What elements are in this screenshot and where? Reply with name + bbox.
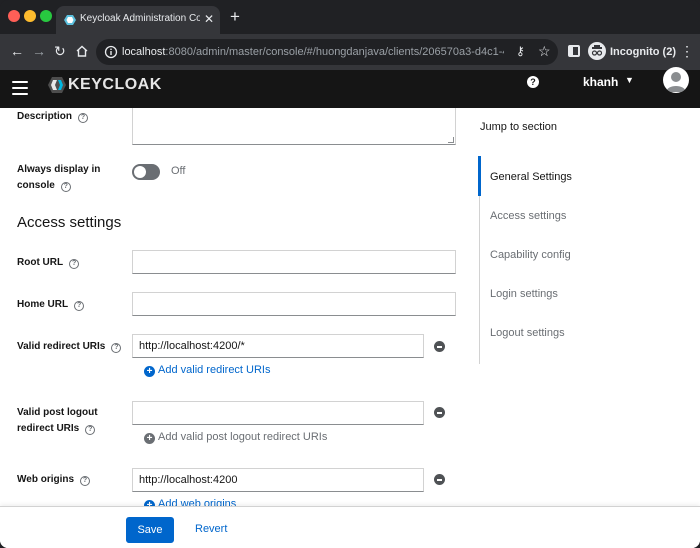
help-icon[interactable]: ?	[69, 259, 80, 269]
web-origins-label: Web origins?	[17, 472, 91, 488]
valid-redirect-label: Valid redirect URIs?	[17, 339, 122, 355]
help-icon[interactable]: ?	[85, 425, 96, 435]
valid-redirect-input[interactable]: http://localhost:4200/*	[132, 334, 424, 358]
web-origins-input[interactable]: http://localhost:4200	[132, 468, 424, 492]
incognito-indicator[interactable]: Incognito (2)	[586, 39, 676, 65]
always-display-label: Always display in console?	[17, 164, 101, 192]
minimize-window-button[interactable]	[24, 10, 36, 22]
access-settings-heading: Access settings	[17, 214, 122, 231]
new-tab-icon[interactable]: +	[230, 8, 240, 26]
jump-to-section-title: Jump to section	[480, 121, 558, 133]
caret-down-icon[interactable]: ▼	[625, 75, 634, 85]
browser-toolbar: ← → ↻ localhost:8080/admin/master/consol…	[0, 34, 700, 70]
site-info-icon[interactable]	[104, 45, 118, 59]
close-window-button[interactable]	[8, 10, 20, 22]
jump-login-settings[interactable]: Login settings	[490, 288, 558, 300]
main-content: Description? Always display in console? …	[0, 108, 700, 548]
remove-web-origin-icon[interactable]	[434, 474, 445, 485]
browser-window: Keycloak Administration Console ✕ + ← → …	[0, 0, 700, 548]
browser-tab-bar: Keycloak Administration Console ✕ +	[0, 0, 700, 34]
description-label: Description?	[17, 109, 89, 125]
revert-button[interactable]: Revert	[195, 523, 227, 535]
save-button[interactable]: Save	[126, 517, 174, 543]
help-icon[interactable]: ?	[527, 76, 539, 88]
logo-text: KEYCLOAK	[68, 76, 162, 93]
jump-capability-config[interactable]: Capability config	[490, 249, 571, 261]
remove-post-logout-icon[interactable]	[434, 407, 445, 418]
url-host: localhost	[122, 46, 166, 58]
reload-icon[interactable]: ↻	[54, 43, 66, 59]
plus-circle-icon: +	[144, 366, 155, 377]
post-logout-redirect-input[interactable]	[132, 401, 424, 425]
back-icon[interactable]: ←	[10, 43, 24, 59]
always-display-toggle[interactable]	[132, 164, 160, 180]
root-url-input[interactable]	[132, 250, 456, 274]
password-key-icon[interactable]: ⚷	[516, 44, 525, 58]
add-post-logout-link[interactable]: + Add valid post logout redirect URIs	[144, 431, 327, 444]
keycloak-header: KEYCLOAK ? khanh ▼	[0, 67, 700, 108]
help-icon[interactable]: ?	[60, 182, 71, 192]
keycloak-logo-icon	[48, 77, 66, 93]
user-avatar[interactable]	[663, 67, 689, 93]
tab-title: Keycloak Administration Console	[80, 13, 200, 24]
home-url-input[interactable]	[132, 292, 456, 316]
chrome-menu-icon[interactable]: ⋮	[680, 43, 694, 59]
user-menu-toggle[interactable]: khanh	[583, 75, 618, 89]
url-path: :8080/admin/master/console/#/huongdanjav…	[165, 46, 504, 58]
home-url-label: Home URL?	[17, 297, 85, 313]
jump-logout-settings[interactable]: Logout settings	[490, 327, 565, 339]
side-panel-icon[interactable]	[568, 45, 580, 57]
description-textarea[interactable]	[132, 108, 456, 145]
help-icon[interactable]: ?	[80, 476, 91, 486]
keycloak-favicon-icon	[64, 15, 76, 25]
jump-general-settings[interactable]: General Settings	[490, 171, 572, 183]
jump-access-settings[interactable]: Access settings	[490, 210, 566, 222]
valid-post-logout-label: Valid post logout redirect URIs?	[17, 407, 98, 435]
jump-active-indicator	[478, 156, 481, 196]
bookmark-star-icon[interactable]: ☆	[538, 43, 551, 60]
hamburger-menu-icon[interactable]	[12, 81, 28, 95]
form-footer: Save Revert	[0, 506, 700, 548]
help-icon[interactable]: ?	[74, 301, 85, 311]
remove-redirect-icon[interactable]	[434, 341, 445, 352]
root-url-label: Root URL?	[17, 255, 80, 271]
resize-grip-icon[interactable]	[448, 137, 454, 143]
home-icon[interactable]	[76, 45, 88, 57]
browser-tab[interactable]: Keycloak Administration Console ✕	[56, 6, 220, 34]
forward-icon[interactable]: →	[32, 43, 46, 59]
plus-circle-icon: +	[144, 433, 155, 444]
close-tab-icon[interactable]: ✕	[204, 12, 214, 26]
add-redirect-uri-link[interactable]: + Add valid redirect URIs	[144, 364, 271, 377]
url-text: localhost:8080/admin/master/console/#/hu…	[122, 46, 504, 58]
incognito-icon	[588, 42, 606, 60]
help-icon[interactable]: ?	[78, 113, 89, 123]
maximize-window-button[interactable]	[40, 10, 52, 22]
incognito-label: Incognito (2)	[610, 46, 676, 58]
toggle-state-label: Off	[171, 165, 186, 177]
keycloak-logo[interactable]: KEYCLOAK	[48, 74, 161, 96]
address-bar[interactable]: localhost:8080/admin/master/console/#/hu…	[96, 39, 558, 65]
help-icon[interactable]: ?	[111, 343, 122, 353]
